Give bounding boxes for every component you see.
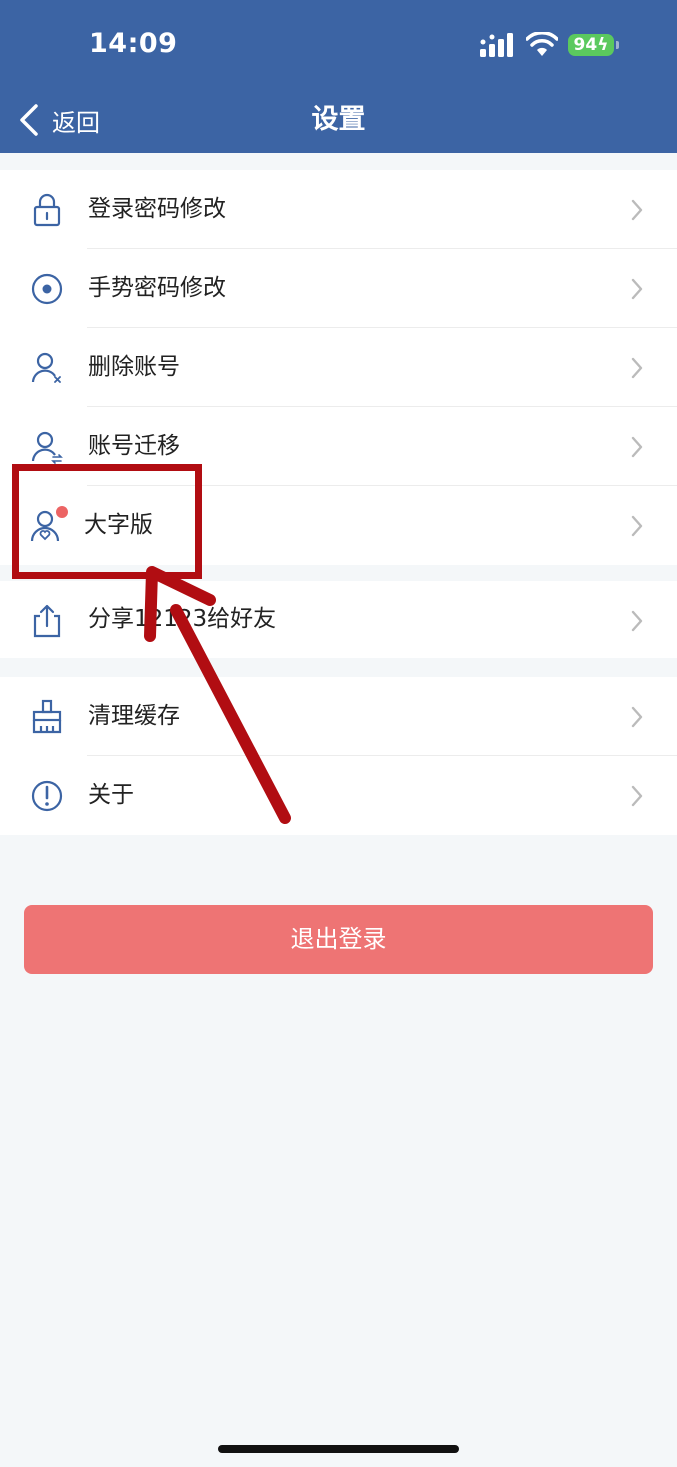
migrate-user-icon	[28, 428, 66, 466]
nav-header: 14:09 94ϟ 返回 设置	[0, 0, 677, 153]
chevron-right-icon	[631, 278, 643, 300]
settings-item-label: 关于	[88, 782, 134, 808]
wifi-icon	[526, 32, 558, 56]
settings-item-label: 删除账号	[88, 354, 180, 380]
broom-icon	[28, 698, 66, 736]
battery-cap	[616, 41, 619, 49]
settings-item-about[interactable]: 关于	[0, 756, 677, 835]
settings-item-login-password[interactable]: 登录密码修改	[0, 170, 677, 249]
settings-item-label: 清理缓存	[88, 703, 180, 729]
settings-group-share: 分享12123给好友	[0, 581, 677, 658]
logout-button[interactable]: 退出登录	[24, 905, 653, 974]
chevron-right-icon	[631, 515, 643, 537]
settings-group-other: 清理缓存 关于	[0, 677, 677, 835]
info-icon	[28, 777, 66, 815]
gesture-dot-icon	[28, 270, 66, 308]
annotation-highlight-box	[12, 464, 202, 579]
settings-item-label: 登录密码修改	[88, 196, 226, 222]
settings-item-clear-cache[interactable]: 清理缓存	[0, 677, 677, 756]
battery-level: 94	[573, 35, 598, 55]
settings-item-label: 手势密码修改	[88, 275, 226, 301]
chevron-right-icon	[631, 610, 643, 632]
chevron-right-icon	[631, 357, 643, 379]
chevron-right-icon	[631, 785, 643, 807]
delete-user-icon	[28, 349, 66, 387]
share-icon	[28, 602, 66, 640]
lock-icon	[28, 191, 66, 229]
chevron-right-icon	[631, 436, 643, 458]
status-time: 14:09	[89, 28, 178, 59]
chevron-right-icon	[631, 706, 643, 728]
chevron-right-icon	[631, 199, 643, 221]
battery-indicator: 94ϟ	[568, 34, 614, 56]
settings-item-share[interactable]: 分享12123给好友	[0, 581, 677, 658]
settings-item-delete-account[interactable]: 删除账号	[0, 328, 677, 407]
settings-item-gesture-password[interactable]: 手势密码修改	[0, 249, 677, 328]
signal-icon	[480, 33, 513, 57]
settings-item-label: 分享12123给好友	[88, 606, 277, 632]
charging-bolt-icon: ϟ	[597, 35, 609, 55]
page-title: 设置	[311, 104, 366, 135]
home-indicator	[218, 1445, 459, 1453]
